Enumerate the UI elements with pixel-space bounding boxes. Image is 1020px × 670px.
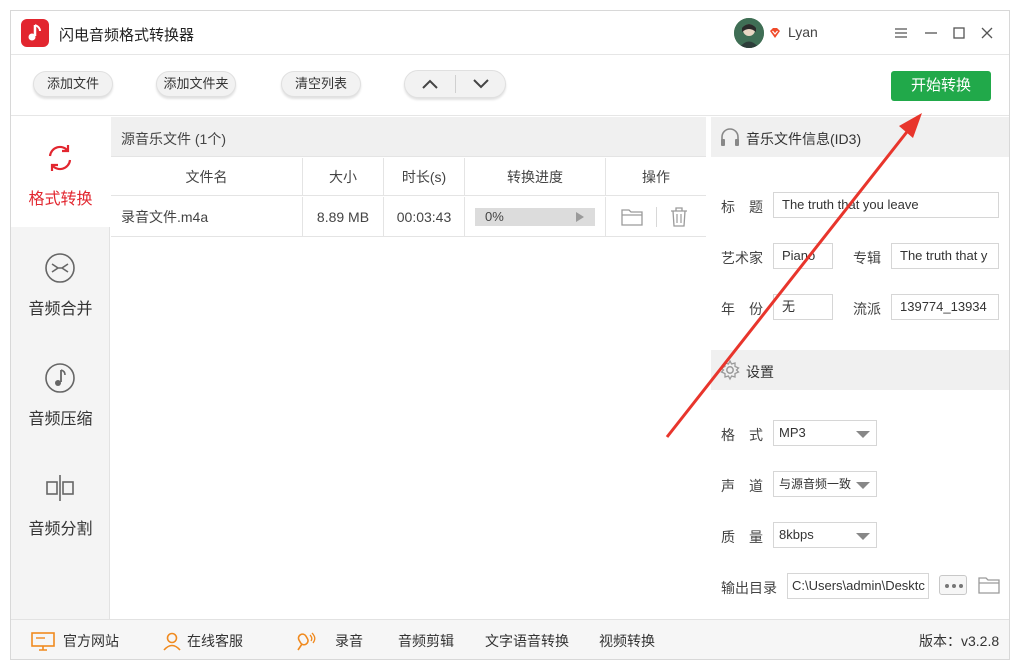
file-list-title: 源音乐文件 (1个)	[121, 131, 226, 147]
file-list-header: 源音乐文件 (1个)	[111, 117, 706, 157]
column-header-actions: 操作	[606, 158, 706, 196]
title-bar: 闪电音频格式转换器 Lyan	[11, 11, 1009, 55]
file-size-cell: 8.89 MB	[303, 197, 384, 237]
open-folder-icon[interactable]	[620, 207, 644, 227]
chevron-up-icon	[422, 79, 438, 89]
version-label: 版本：v3.2.8	[919, 633, 1000, 649]
info-panel: 音乐文件信息(ID3) 标 题 The truth that you leave…	[711, 117, 1009, 619]
vip-diamond-icon	[768, 26, 782, 43]
merge-icon	[45, 253, 75, 283]
album-field[interactable]: The truth that y	[891, 243, 999, 269]
sidebar: 格式转换 音频合并 音频压缩 音频分割	[11, 117, 110, 619]
quality-select-value: 8kbps	[779, 527, 814, 542]
clear-list-button[interactable]: 清空列表	[281, 71, 361, 97]
channel-select[interactable]: 与源音频一致	[773, 471, 877, 497]
progress-text: 0%	[485, 209, 504, 224]
sidebar-item-label: 音频压缩	[28, 411, 93, 428]
footer-bar: 官方网站 在线客服 录音 音频剪辑 文字语音转换 视频转换 版本：v3.2.8	[11, 619, 1009, 659]
channel-select-value: 与源音频一致	[779, 477, 852, 491]
sidebar-item-label: 音频合并	[28, 301, 93, 318]
file-progress-cell: 0%	[465, 197, 606, 237]
menu-icon[interactable]	[891, 23, 911, 43]
year-field[interactable]: 无	[773, 294, 833, 320]
audio-edit-link[interactable]: 音频剪辑	[398, 620, 454, 659]
sidebar-item-audio-compress[interactable]: 音频压缩	[11, 337, 110, 447]
album-label: 专辑	[853, 250, 881, 266]
sidebar-item-audio-split[interactable]: 音频分割	[11, 447, 110, 557]
column-header-progress: 转换进度	[465, 158, 606, 196]
file-duration-cell: 00:03:43	[384, 197, 465, 237]
maximize-icon[interactable]	[949, 23, 969, 43]
chevron-down-icon	[473, 79, 489, 89]
refresh-icon	[48, 145, 72, 171]
column-header-duration: 时长(s)	[384, 158, 465, 196]
record-link[interactable]: 录音	[335, 620, 363, 659]
genre-field[interactable]: 139774_13934	[891, 294, 999, 320]
browse-more-button[interactable]	[939, 575, 967, 595]
artist-field[interactable]: Piano	[773, 243, 833, 269]
quality-label: 质 量	[721, 529, 763, 545]
file-actions-cell	[606, 197, 706, 237]
format-select-value: MP3	[779, 425, 806, 440]
year-label: 年 份	[721, 301, 763, 317]
artist-label: 艺术家	[721, 250, 763, 266]
official-website-link[interactable]: 官方网站	[63, 620, 119, 659]
channel-label: 声 道	[721, 478, 763, 494]
output-dir-field[interactable]: C:\Users\admin\Desktc	[787, 573, 929, 599]
monitor-icon	[31, 632, 55, 651]
gear-icon	[720, 359, 740, 381]
column-header-name: 文件名	[111, 158, 303, 196]
split-icon	[46, 475, 74, 501]
app-logo-icon	[21, 19, 49, 47]
dropdown-arrow-icon	[856, 431, 870, 438]
user-name: Lyan	[788, 24, 818, 40]
text-to-speech-link[interactable]: 文字语音转换	[485, 620, 569, 659]
file-name-cell: 录音文件.m4a	[111, 197, 303, 237]
microphone-icon	[297, 632, 316, 651]
divider	[656, 207, 657, 227]
online-support-link[interactable]: 在线客服	[187, 620, 243, 659]
sidebar-item-label: 音频分割	[28, 521, 93, 538]
dropdown-arrow-icon	[856, 482, 870, 489]
genre-label: 流派	[853, 301, 881, 317]
format-select[interactable]: MP3	[773, 420, 877, 446]
title-label: 标 题	[721, 199, 763, 215]
close-icon[interactable]	[977, 23, 997, 43]
play-icon[interactable]	[575, 212, 585, 222]
reorder-buttons	[404, 70, 506, 98]
app-title: 闪电音频格式转换器	[59, 27, 195, 44]
video-convert-link[interactable]: 视频转换	[599, 620, 655, 659]
customer-service-icon	[163, 632, 181, 651]
headphones-icon	[721, 128, 739, 146]
move-down-button[interactable]	[456, 71, 506, 97]
app-window: 闪电音频格式转换器 Lyan 添加文件 添加文件夹 清空列表 开始转换 格式转换…	[10, 10, 1010, 660]
add-folder-button[interactable]: 添加文件夹	[156, 71, 236, 97]
output-dir-label: 输出目录	[721, 580, 777, 596]
add-file-button[interactable]: 添加文件	[33, 71, 113, 97]
sidebar-item-audio-merge[interactable]: 音频合并	[11, 227, 110, 337]
quality-select[interactable]: 8kbps	[773, 522, 877, 548]
user-avatar[interactable]	[734, 18, 764, 48]
trash-icon[interactable]	[668, 206, 690, 228]
id3-section-title: 音乐文件信息(ID3)	[746, 131, 862, 147]
format-label: 格 式	[721, 427, 763, 443]
id3-section-header: 音乐文件信息(ID3)	[711, 117, 1009, 157]
move-up-button[interactable]	[405, 71, 455, 97]
settings-section-title: 设置	[746, 364, 774, 380]
settings-section-header: 设置	[711, 350, 1009, 390]
sidebar-item-label: 格式转换	[28, 191, 93, 208]
output-folder-icon[interactable]	[977, 575, 1001, 595]
toolbar: 添加文件 添加文件夹 清空列表 开始转换	[11, 56, 1009, 116]
column-header-size: 大小	[303, 158, 384, 196]
minimize-icon[interactable]	[921, 23, 941, 43]
music-note-icon	[45, 363, 75, 393]
file-list-panel: 源音乐文件 (1个) 文件名 大小 时长(s) 转换进度 操作 录音文件.m4a…	[111, 117, 706, 619]
progress-bar: 0%	[475, 208, 595, 226]
dropdown-arrow-icon	[856, 533, 870, 540]
start-convert-button[interactable]: 开始转换	[891, 71, 991, 101]
sidebar-item-format-convert[interactable]: 格式转换	[11, 117, 110, 227]
title-field[interactable]: The truth that you leave	[773, 192, 999, 218]
